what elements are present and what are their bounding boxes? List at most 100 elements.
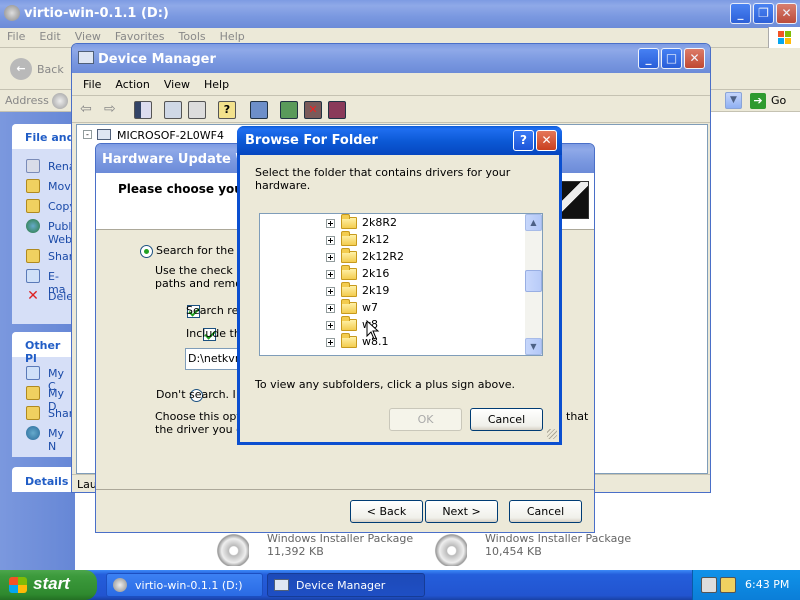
folder-label[interactable]: w7 bbox=[362, 301, 378, 314]
rename-icon bbox=[26, 159, 40, 173]
device-manager-titlebar[interactable]: Device Manager _ □ ✕ bbox=[72, 44, 710, 73]
expand-plus-icon[interactable] bbox=[326, 252, 335, 262]
tree-root-minus[interactable]: - bbox=[83, 130, 92, 139]
my-computer-icon bbox=[26, 366, 40, 380]
uninstall-icon[interactable]: ✕ bbox=[304, 101, 322, 119]
folder-row[interactable]: w7 bbox=[326, 299, 506, 318]
restore-button[interactable]: ❐ bbox=[753, 3, 774, 24]
file-item[interactable]: Windows Installer Package 11,392 KB bbox=[215, 528, 415, 568]
folder-label[interactable]: 2k19 bbox=[362, 284, 389, 297]
expand-plus-icon[interactable] bbox=[326, 235, 335, 245]
wizard-cancel-button[interactable]: Cancel bbox=[509, 500, 582, 523]
forward-arrow-icon[interactable]: ⇨ bbox=[104, 101, 116, 117]
ok-button[interactable]: OK bbox=[389, 408, 462, 431]
update-driver-icon[interactable] bbox=[280, 101, 298, 119]
taskbar-task[interactable]: Device Manager bbox=[267, 573, 425, 597]
menu-edit[interactable]: Edit bbox=[32, 28, 67, 46]
scroll-up-button[interactable]: ▲ bbox=[525, 214, 542, 231]
folder-icon bbox=[341, 231, 357, 246]
close-button[interactable]: ✕ bbox=[776, 3, 797, 24]
go-label[interactable]: Go bbox=[771, 94, 786, 107]
properties-icon[interactable] bbox=[164, 101, 182, 119]
start-label[interactable]: start bbox=[33, 574, 70, 594]
scan-hardware-icon[interactable] bbox=[250, 101, 268, 119]
folder-label[interactable]: 2k16 bbox=[362, 267, 389, 280]
disable-icon[interactable] bbox=[328, 101, 346, 119]
close-button[interactable]: ✕ bbox=[684, 48, 705, 69]
go-arrow-icon[interactable]: ➔ bbox=[750, 93, 766, 109]
browse-dialog: Browse For Folder ? ✕ Select the folder … bbox=[237, 126, 562, 445]
menu-file[interactable]: File bbox=[0, 28, 32, 46]
help-button[interactable]: ? bbox=[513, 130, 534, 151]
path-input[interactable]: D:\netkvm bbox=[185, 348, 245, 370]
device-manager-toolbar: ⇦ ⇨ ? ✕ bbox=[72, 97, 710, 123]
wizard-separator bbox=[96, 489, 594, 490]
folder-icon bbox=[341, 316, 357, 331]
back-label[interactable]: Back bbox=[37, 63, 64, 76]
folder-tree-scrollbar[interactable]: ▲ ▼ bbox=[525, 214, 542, 355]
expand-plus-icon[interactable] bbox=[326, 218, 335, 228]
print-icon[interactable] bbox=[188, 101, 206, 119]
installer-package-icon bbox=[433, 532, 467, 566]
wizard-back-button[interactable]: < Back bbox=[350, 500, 423, 523]
address-dropdown[interactable]: ▼ bbox=[725, 92, 742, 109]
expand-plus-icon[interactable] bbox=[326, 286, 335, 296]
folder-row[interactable]: 2k12R2 bbox=[326, 248, 506, 267]
explorer-title-icon bbox=[4, 5, 20, 21]
my-network-icon bbox=[26, 426, 40, 440]
taskbar-task[interactable]: virtio-win-0.1.1 (D:) bbox=[106, 573, 263, 597]
radio-search[interactable] bbox=[140, 244, 153, 258]
task-publish-web[interactable]: Web bbox=[48, 233, 72, 246]
clock[interactable]: 6:43 PM bbox=[745, 578, 789, 591]
scroll-down-button[interactable]: ▼ bbox=[525, 338, 542, 355]
folder-row[interactable]: 2k12 bbox=[326, 231, 506, 250]
other-places-header[interactable]: Other Pl bbox=[12, 332, 75, 365]
show-hide-tree-icon[interactable] bbox=[134, 101, 152, 119]
folder-label[interactable]: 2k12 bbox=[362, 233, 389, 246]
browse-titlebar[interactable]: Browse For Folder ? ✕ bbox=[237, 126, 562, 155]
folder-row[interactable]: 2k16 bbox=[326, 265, 506, 284]
network-tray-icon[interactable] bbox=[720, 577, 736, 593]
shared-folder-icon bbox=[26, 406, 40, 420]
task-label[interactable]: virtio-win-0.1.1 (D:) bbox=[135, 579, 243, 592]
details-panel[interactable]: Details bbox=[12, 467, 75, 492]
scroll-thumb[interactable] bbox=[525, 270, 542, 292]
start-button[interactable]: start bbox=[0, 570, 97, 600]
folder-row[interactable]: 2k19 bbox=[326, 282, 506, 301]
cancel-button[interactable]: Cancel bbox=[470, 408, 543, 431]
browse-instruction: Select the folder that contains drivers … bbox=[255, 166, 511, 192]
my-documents-icon bbox=[26, 386, 40, 400]
menu-action[interactable]: Action bbox=[108, 76, 156, 94]
close-button[interactable]: ✕ bbox=[536, 130, 557, 151]
folder-label[interactable]: 2k8R2 bbox=[362, 216, 397, 229]
hardware-tray-icon[interactable] bbox=[701, 577, 717, 593]
folder-label[interactable]: 2k12R2 bbox=[362, 250, 404, 263]
minimize-button[interactable]: _ bbox=[730, 3, 751, 24]
task-share[interactable]: Shar bbox=[48, 250, 73, 263]
folder-row[interactable]: w8 bbox=[326, 316, 506, 335]
tree-root-label[interactable]: MICROSOF-2L0WF4 bbox=[117, 129, 224, 142]
expand-plus-icon[interactable] bbox=[326, 303, 335, 313]
menu-file[interactable]: File bbox=[72, 76, 108, 94]
file-type: Windows Installer Package bbox=[485, 532, 632, 545]
menu-help[interactable]: Help bbox=[197, 76, 236, 94]
folder-row[interactable]: w8.1 bbox=[326, 333, 506, 352]
place-shared[interactable]: Shar bbox=[48, 407, 73, 420]
device-manager-title: Device Manager bbox=[98, 52, 216, 67]
back-arrow-icon[interactable]: ← bbox=[10, 58, 32, 80]
help-icon[interactable]: ? bbox=[218, 101, 236, 119]
resize-grip-icon[interactable] bbox=[547, 429, 557, 439]
folder-row[interactable]: 2k8R2 bbox=[326, 214, 506, 233]
explorer-titlebar[interactable]: virtio-win-0.1.1 (D:) _ ❐ ✕ bbox=[0, 0, 800, 28]
file-item[interactable]: Windows Installer Package 10,454 KB bbox=[433, 528, 633, 568]
expand-plus-icon[interactable] bbox=[326, 269, 335, 279]
expand-plus-icon[interactable] bbox=[326, 337, 335, 347]
file-tasks-header[interactable]: File and bbox=[12, 124, 75, 149]
minimize-button[interactable]: _ bbox=[638, 48, 659, 69]
menu-view[interactable]: View bbox=[157, 76, 197, 94]
maximize-button[interactable]: □ bbox=[661, 48, 682, 69]
back-arrow-icon[interactable]: ⇦ bbox=[80, 101, 92, 117]
task-label[interactable]: Device Manager bbox=[296, 579, 385, 592]
wizard-next-button[interactable]: Next > bbox=[425, 500, 498, 523]
expand-plus-icon[interactable] bbox=[326, 320, 335, 330]
